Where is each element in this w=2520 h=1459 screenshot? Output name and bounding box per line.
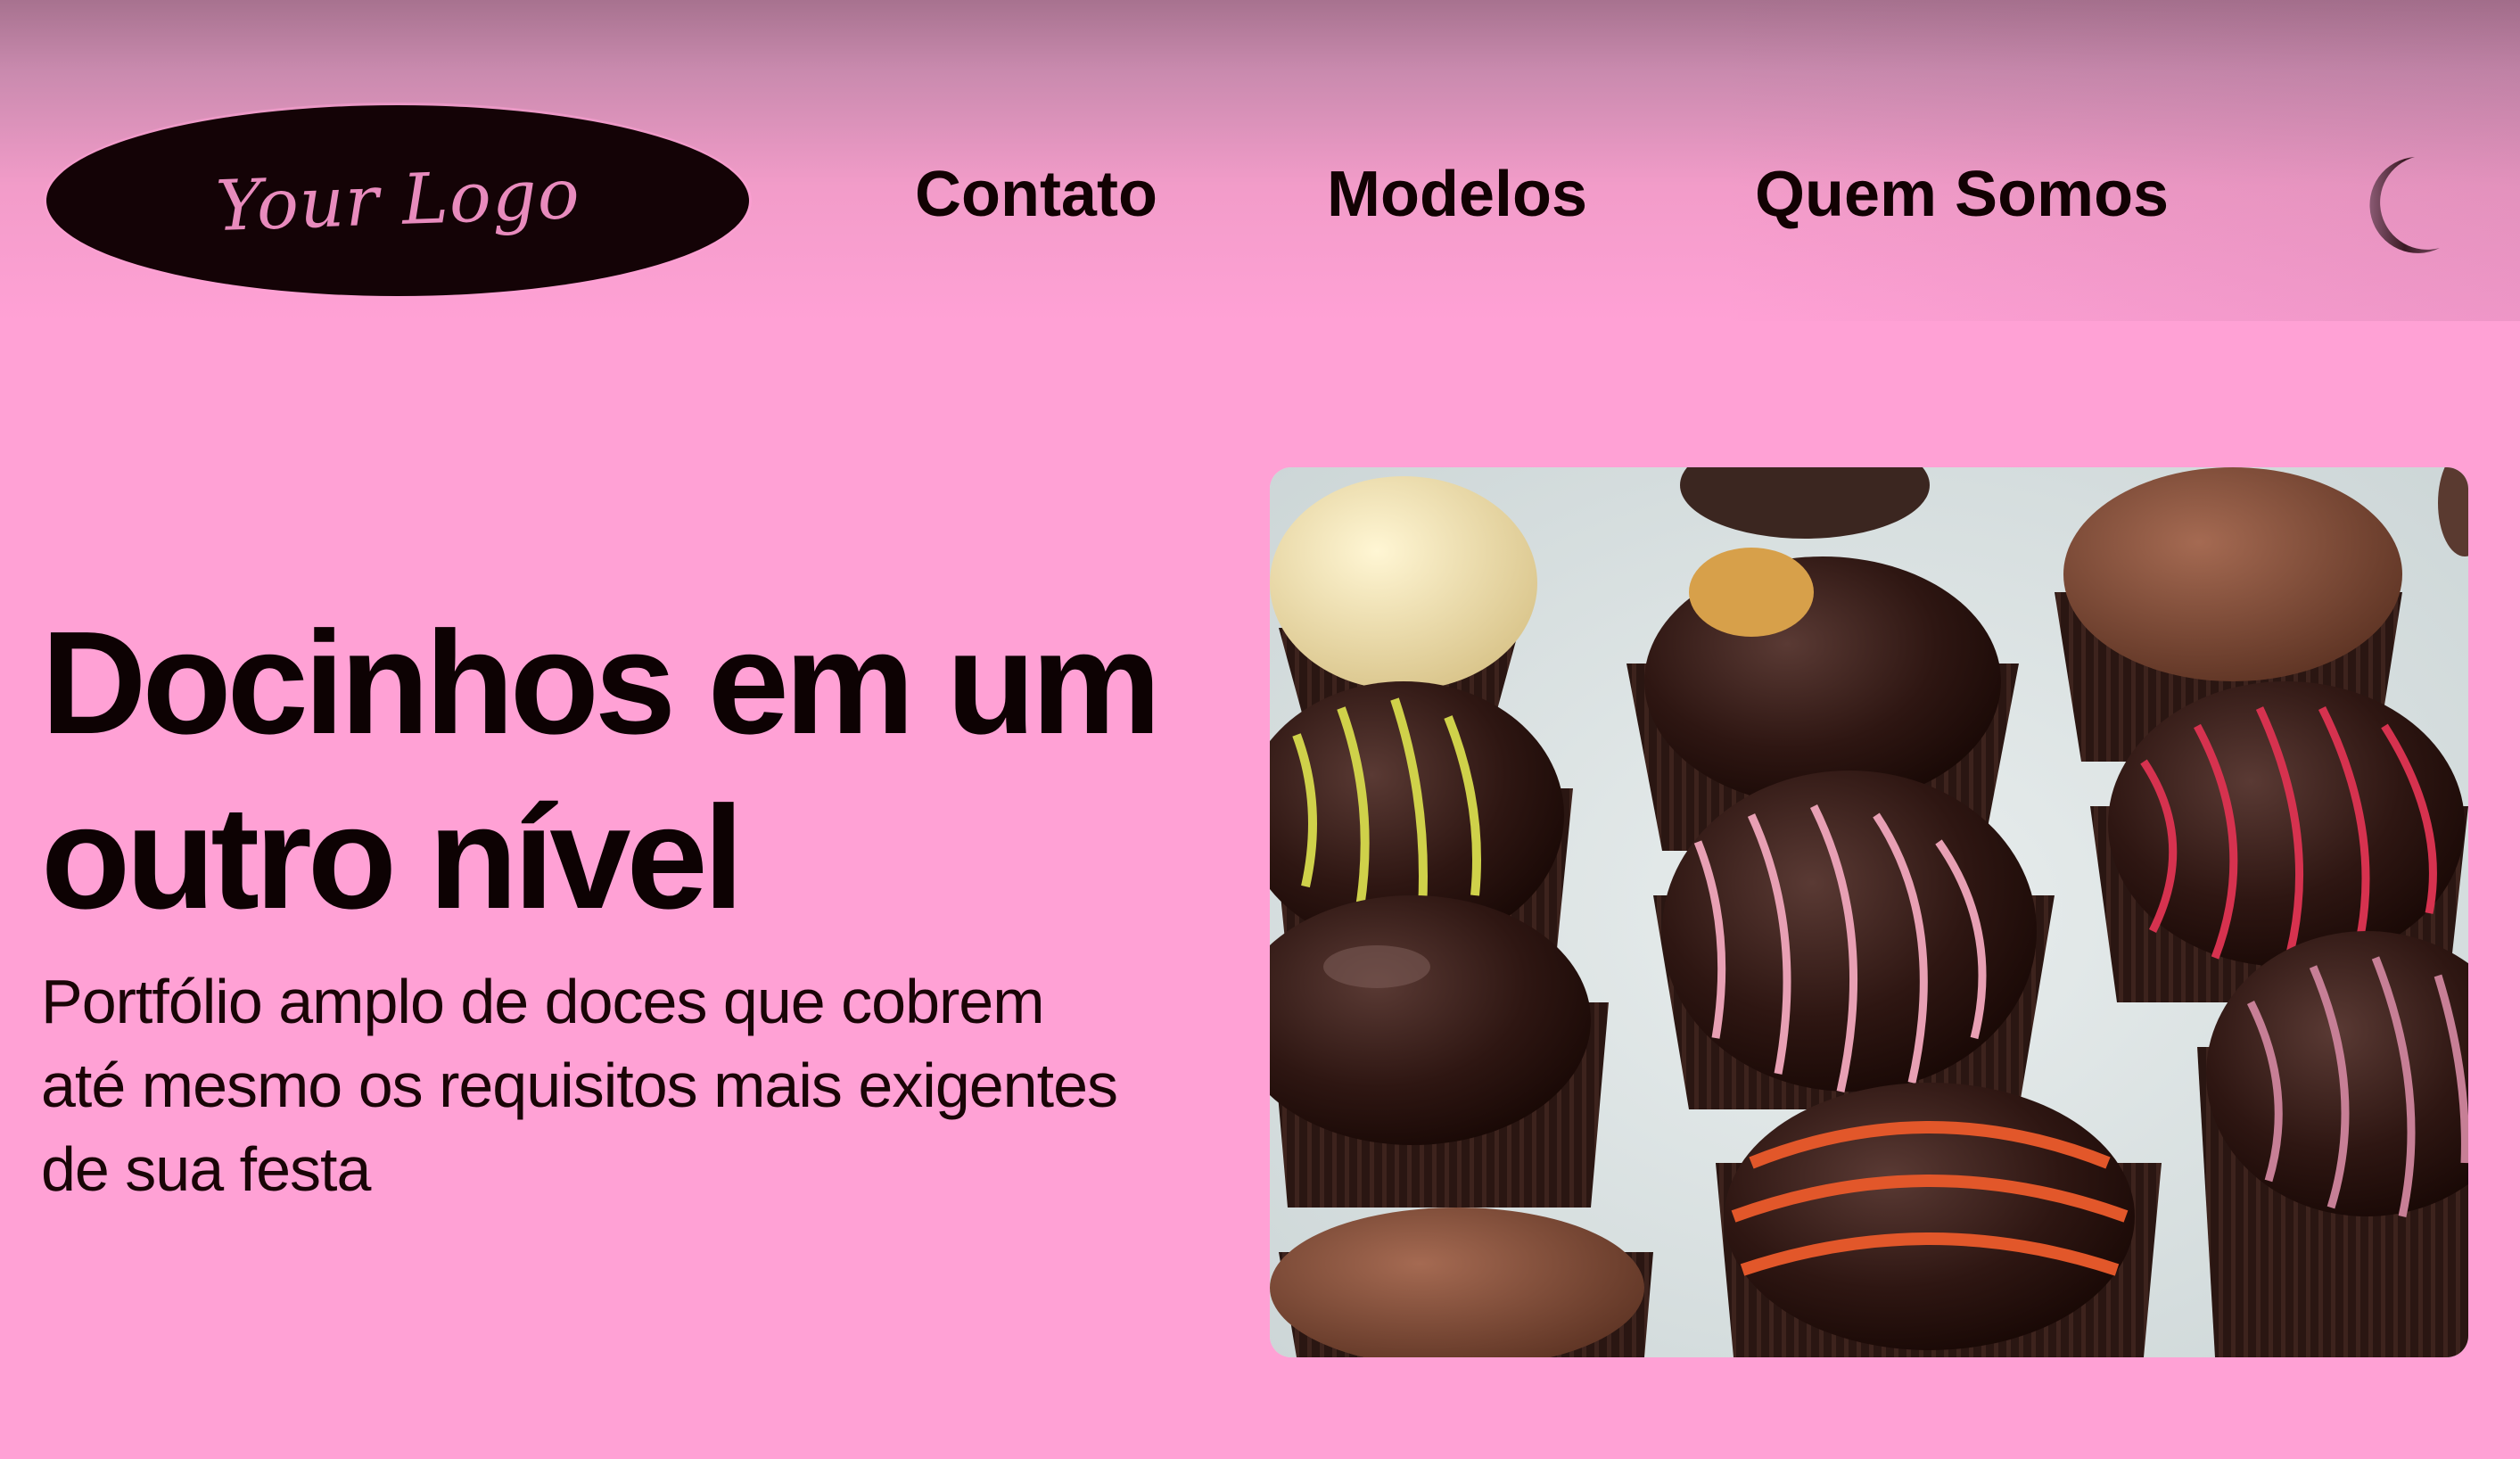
logo[interactable]: Your Logo	[46, 105, 749, 296]
theme-toggle-button[interactable]	[2352, 152, 2450, 259]
nav-link-modelos[interactable]: Modelos	[1327, 162, 1587, 227]
hero-title-line-2: outro nível	[41, 776, 744, 939]
hero-subtitle-line-2: até mesmo os requisitos mais exigentes	[41, 1051, 1118, 1120]
nav-link-quem-somos[interactable]: Quem Somos	[1755, 162, 2169, 227]
hero-image-chocolates	[1270, 467, 2468, 1357]
hero-subtitle-line-3: de sua festa	[41, 1134, 371, 1204]
hero-subtitle-line-1: Portfólio amplo de doces que cobrem	[41, 967, 1045, 1036]
moon-icon	[2369, 157, 2440, 253]
nav-link-contato[interactable]: Contato	[915, 162, 1157, 227]
logo-text: Your Logo	[214, 153, 581, 248]
chocolates-illustration	[1270, 467, 2468, 1357]
hero-subtitle: Portfólio amplo de doces que cobrem até …	[41, 960, 1236, 1211]
hero-title: Docinhos em um outro nível	[41, 596, 1254, 945]
hero-title-line-1: Docinhos em um	[41, 601, 1161, 764]
